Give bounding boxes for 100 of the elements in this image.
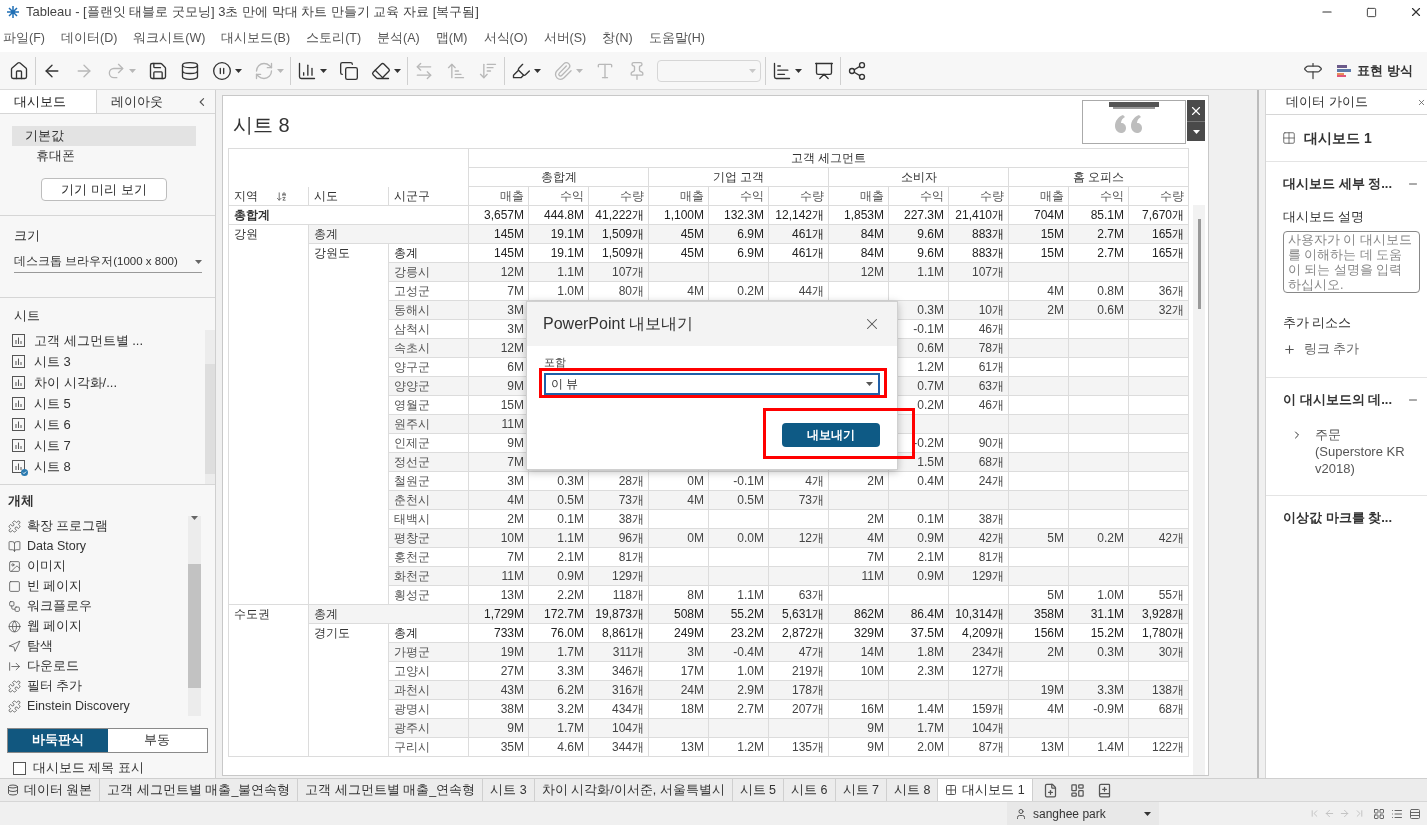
layout-mode-toggle[interactable]: 바둑판식 [8,729,108,753]
table-cell-text: 9M [506,435,525,452]
panel-tab[interactable]: 레이아웃 [96,90,196,113]
show-me-button[interactable]: 표현 방식 [1337,60,1413,81]
object-item[interactable]: 확장 프로그램 [8,516,188,537]
table-cell-text: 17M [679,663,705,680]
sheet-item[interactable]: 고객 세그먼트별 ... [12,329,193,351]
close-icon[interactable] [1409,5,1423,19]
home-icon[interactable] [9,60,29,81]
table-cell-text: 883개 [970,245,1005,262]
size-dropdown[interactable]: 데스크톱 브라우저(1000 x 800) [14,251,202,274]
new-story-icon[interactable] [1096,782,1112,798]
object-item[interactable]: 탐색 [8,636,188,657]
menu-item[interactable]: 도움말(H) [645,28,718,48]
menu-item[interactable]: 대시보드(B) [218,28,304,48]
table-cell-text: 2.0M [916,739,945,756]
table-cell-text: 883개 [970,226,1005,243]
object-item[interactable]: 웹 페이지 [8,616,188,637]
menu-item[interactable]: 분석(A) [374,28,433,48]
caret-icon[interactable] [795,68,802,73]
data-source-item[interactable]: 주문 (Superstore KR v2018) [1315,425,1407,477]
device-item[interactable]: 기본값 [12,125,196,146]
table-cell-text: 13M [1039,739,1065,756]
sort-icon[interactable] [276,190,287,202]
caret-icon[interactable] [534,68,541,73]
table-cell-text: 104개 [610,720,645,737]
database-icon[interactable] [180,60,200,81]
column-header: 수익 [919,188,945,205]
sheet-item[interactable]: 시트 3 [12,350,193,372]
caret-icon[interactable] [1192,129,1200,134]
include-select[interactable]: 이 뷰 [544,372,880,395]
device-item[interactable]: 휴대폰 [12,145,196,166]
object-item[interactable]: Einstein Discovery [8,696,188,717]
pause-icon[interactable] [212,60,232,81]
menu-item[interactable]: 파일(F) [0,28,58,48]
caret-icon[interactable] [394,68,401,73]
menu-item[interactable]: 서식(O) [480,28,541,48]
object-item[interactable]: 이미지 [8,556,188,577]
menu-item[interactable]: 맵(M) [432,28,481,48]
table-cell-text: 0M [686,473,705,490]
table-cell-text: 68개 [977,454,1005,471]
sheet-item[interactable]: 차이 시각화/... [12,371,193,393]
section-label: 시트 [13,307,41,326]
signpost-icon[interactable] [1303,60,1324,81]
scrollbar[interactable] [205,329,215,484]
export-button[interactable]: 내보내기 [782,422,880,447]
table-cell-text: 7M [506,549,525,566]
row-header: 총계 [313,226,339,243]
new-sheet-icon[interactable] [1042,782,1058,798]
user-menu[interactable]: sanghee park [1007,802,1159,825]
object-item[interactable]: 필터 추가 [8,676,188,697]
new-dashboard-icon[interactable] [1069,782,1085,798]
caret-icon[interactable] [1144,811,1151,816]
puzzle-icon [8,699,21,713]
menu-item[interactable]: 워크시트(W) [130,28,219,48]
table-cell-text: 129개 [970,568,1005,585]
table-cell-text: 42개 [1157,530,1185,547]
menu-item[interactable]: 서버(S) [540,28,600,48]
sheet-item[interactable]: 시트 7 [12,434,193,456]
caret-icon[interactable] [866,381,873,386]
object-item[interactable]: 빈 페이지 [8,576,188,597]
grid-view-icon[interactable] [1373,807,1385,820]
add-link-button[interactable]: 링크 추가 [1283,340,1419,359]
table-cell-text: 32개 [1157,302,1185,319]
chart-icon[interactable] [297,60,317,81]
menu-item[interactable]: 창(N) [599,28,646,48]
scrollbar[interactable] [1193,205,1205,775]
layout-mode-toggle[interactable]: 부동 [107,729,207,753]
checkbox[interactable] [13,762,26,776]
eraser-icon[interactable] [371,60,391,81]
sheet-item[interactable]: 시트 6 [12,413,193,435]
caret-icon[interactable] [320,68,327,73]
row-header: 총계 [393,625,419,642]
table-cell-text: 10M [859,663,885,680]
scrollbar[interactable] [188,516,201,717]
sheet-tab[interactable]: 대시보드 1 [938,779,1033,801]
sheet-item[interactable]: 시트 5 [12,392,193,414]
sheet-item[interactable]: 시트 8 [12,455,193,477]
bar-chart-icon[interactable] [772,60,792,81]
copy-icon[interactable] [339,60,359,81]
object-item[interactable]: 다운로드 [8,656,188,677]
description-field[interactable]: 사용자가 이 대시보드를 이해하는 데 도움이 되는 설명을 입력하십시오. [1283,230,1420,293]
presentation-icon[interactable] [814,60,834,81]
menu-button[interactable] [1187,121,1205,141]
object-item[interactable]: Data Story [8,536,188,557]
filmstrip-view-icon[interactable] [1409,807,1421,820]
caret-icon[interactable] [235,68,242,73]
list-view-icon[interactable] [1391,807,1403,820]
object-item[interactable]: 워크플로우 [8,596,188,617]
maximize-icon[interactable] [1366,6,1377,18]
table-cell-text: 44개 [797,283,825,300]
menu-item[interactable]: 스토리(T) [303,28,375,48]
preview-button[interactable]: 기기 미리 보기 [41,177,167,201]
row-header: 원주시 [393,416,431,433]
share-icon[interactable] [847,60,867,81]
menu-item[interactable]: 데이터(D) [57,28,131,48]
table-cell-text: 36개 [1157,283,1185,300]
panel-tab[interactable]: 대시보드 [0,90,97,113]
caret-icon[interactable] [195,259,202,264]
save-icon[interactable] [148,60,168,81]
